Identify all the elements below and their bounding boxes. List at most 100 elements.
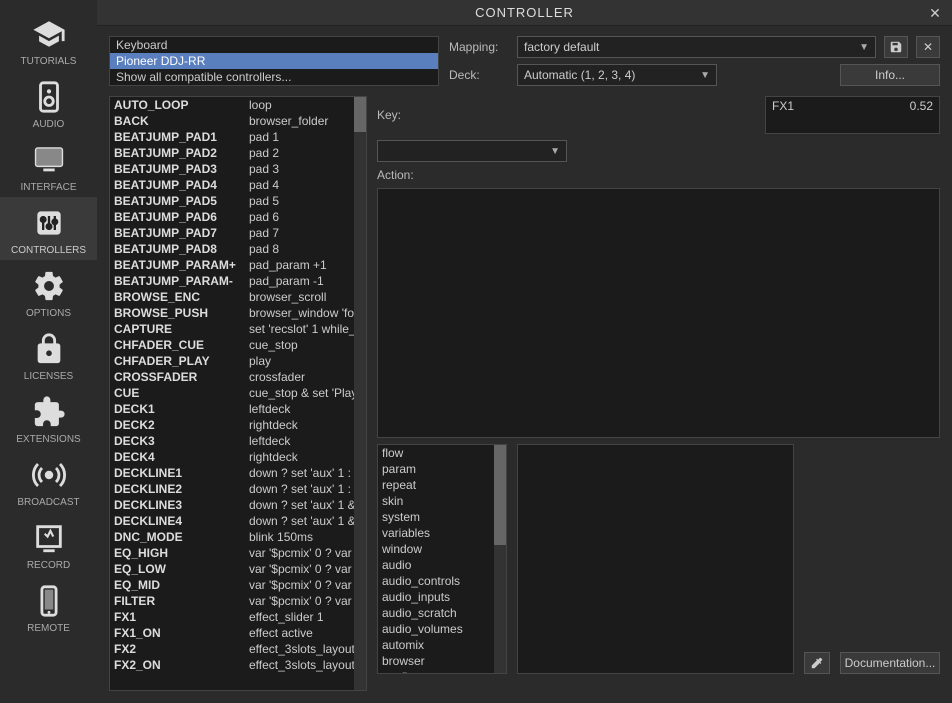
- verb-item[interactable]: automix: [378, 637, 506, 653]
- mapping-row[interactable]: BEATJUMP_PAD4pad 4: [110, 177, 366, 193]
- mapping-key: FX1_ON: [114, 625, 249, 641]
- mapping-row[interactable]: BEATJUMP_PARAM+pad_param +1: [110, 257, 366, 273]
- mapping-row[interactable]: CUEcue_stop & set 'PlayCl: [110, 385, 366, 401]
- controller-list[interactable]: KeyboardPioneer DDJ-RRShow all compatibl…: [109, 36, 439, 86]
- mapping-key: BEATJUMP_PAD5: [114, 193, 249, 209]
- verb-item[interactable]: browser: [378, 653, 506, 669]
- sidebar-item-broadcast[interactable]: BROADCAST: [0, 449, 97, 512]
- mapping-row[interactable]: BACKbrowser_folder: [110, 113, 366, 129]
- controller-item[interactable]: Show all compatible controllers...: [110, 69, 438, 85]
- mapping-row[interactable]: DECKLINE3down ? set 'aux' 1 & va: [110, 497, 366, 513]
- mapping-row[interactable]: EQ_MIDvar '$pcmix' 0 ? var 'au: [110, 577, 366, 593]
- mapping-row[interactable]: BEATJUMP_PAD6pad 6: [110, 209, 366, 225]
- mapping-row[interactable]: BEATJUMP_PARAM-pad_param -1: [110, 273, 366, 289]
- save-button[interactable]: [884, 36, 908, 58]
- sidebar-item-options[interactable]: OPTIONS: [0, 260, 97, 323]
- mapping-row[interactable]: CROSSFADERcrossfader: [110, 369, 366, 385]
- mapping-value: var '$pcmix' 0 ? var 'au: [249, 593, 362, 609]
- mapping-row[interactable]: BEATJUMP_PAD3pad 3: [110, 161, 366, 177]
- sidebar-item-interface[interactable]: INTERFACE: [0, 134, 97, 197]
- mapping-row[interactable]: CHFADER_PLAYplay: [110, 353, 366, 369]
- mapping-table[interactable]: AUTO_LOOPloopBACKbrowser_folderBEATJUMP_…: [109, 96, 367, 691]
- broadcast-icon: [29, 455, 69, 495]
- mapping-row[interactable]: EQ_HIGHvar '$pcmix' 0 ? var 'au: [110, 545, 366, 561]
- sidebar-item-record[interactable]: RECORD: [0, 512, 97, 575]
- mapping-row[interactable]: DNC_MODEblink 150ms: [110, 529, 366, 545]
- sidebar-item-tutorials[interactable]: TUTORIALS: [0, 8, 97, 71]
- mapping-row[interactable]: EQ_LOWvar '$pcmix' 0 ? var 'au: [110, 561, 366, 577]
- verb-item[interactable]: window: [378, 541, 506, 557]
- mapping-row[interactable]: BROWSE_PUSHbrowser_window 'folde: [110, 305, 366, 321]
- close-icon[interactable]: ✕: [926, 4, 944, 22]
- gear-icon: [29, 266, 69, 306]
- action-detail-box[interactable]: [517, 444, 794, 674]
- verb-item[interactable]: audio_controls: [378, 573, 506, 589]
- mapping-row[interactable]: DECK4rightdeck: [110, 449, 366, 465]
- mapping-select[interactable]: factory default ▼: [517, 36, 876, 58]
- mapping-value: cue_stop: [249, 337, 362, 353]
- eyedropper-button[interactable]: [804, 652, 830, 674]
- verb-item[interactable]: repeat: [378, 477, 506, 493]
- verb-item[interactable]: variables: [378, 525, 506, 541]
- verb-item[interactable]: config: [378, 669, 506, 674]
- mapping-key: AUTO_LOOP: [114, 97, 249, 113]
- delete-button[interactable]: ✕: [916, 36, 940, 58]
- mapping-row[interactable]: DECK3leftdeck: [110, 433, 366, 449]
- scrollbar[interactable]: [354, 97, 366, 690]
- mapping-row[interactable]: DECKLINE1down ? set 'aux' 1 : set: [110, 465, 366, 481]
- mapping-value: leftdeck: [249, 401, 362, 417]
- scrollbar-thumb[interactable]: [354, 97, 366, 132]
- sidebar-item-licenses[interactable]: LICENSES: [0, 323, 97, 386]
- verb-item[interactable]: audio: [378, 557, 506, 573]
- mapping-row[interactable]: DECK2rightdeck: [110, 417, 366, 433]
- mapping-row[interactable]: DECKLINE4down ? set 'aux' 1 & va: [110, 513, 366, 529]
- right-column: Key: FX1 0.52 ▼ Action: flowparamrepeats…: [377, 96, 940, 691]
- mapping-value: pad 4: [249, 177, 362, 193]
- scrollbar[interactable]: [494, 445, 506, 673]
- mapping-key: DECK1: [114, 401, 249, 417]
- verb-list[interactable]: flowparamrepeatskinsystemvariableswindow…: [377, 444, 507, 674]
- mapping-row[interactable]: BEATJUMP_PAD7pad 7: [110, 225, 366, 241]
- mapping-row[interactable]: BEATJUMP_PAD2pad 2: [110, 145, 366, 161]
- mapping-row[interactable]: BEATJUMP_PAD5pad 5: [110, 193, 366, 209]
- sidebar-item-controllers[interactable]: CONTROLLERS: [0, 197, 97, 260]
- documentation-button[interactable]: Documentation...: [840, 652, 940, 674]
- mapping-row[interactable]: DECK1leftdeck: [110, 401, 366, 417]
- controller-item[interactable]: Keyboard: [110, 37, 438, 53]
- mapping-row[interactable]: BROWSE_ENCbrowser_scroll: [110, 289, 366, 305]
- mapping-row[interactable]: FILTERvar '$pcmix' 0 ? var 'au: [110, 593, 366, 609]
- key-select[interactable]: ▼: [377, 140, 567, 162]
- sidebar-item-remote[interactable]: REMOTE: [0, 575, 97, 638]
- sliders-icon: [29, 203, 69, 243]
- mapping-row[interactable]: FX2effect_3slots_layout ?: [110, 641, 366, 657]
- mapping-row[interactable]: AUTO_LOOPloop: [110, 97, 366, 113]
- mapping-row[interactable]: CHFADER_CUEcue_stop: [110, 337, 366, 353]
- puzzle-icon: [29, 392, 69, 432]
- sidebar-item-audio[interactable]: AUDIO: [0, 71, 97, 134]
- mapping-key: CHFADER_PLAY: [114, 353, 249, 369]
- verb-item[interactable]: param: [378, 461, 506, 477]
- action-textarea[interactable]: [377, 188, 940, 438]
- mapping-row[interactable]: DECKLINE2down ? set 'aux' 1 : set: [110, 481, 366, 497]
- sidebar-item-extensions[interactable]: EXTENSIONS: [0, 386, 97, 449]
- controller-item[interactable]: Pioneer DDJ-RR: [110, 53, 438, 69]
- info-button[interactable]: Info...: [840, 64, 940, 86]
- mapping-value: pad 3: [249, 161, 362, 177]
- mapping-row[interactable]: BEATJUMP_PAD1pad 1: [110, 129, 366, 145]
- deck-select[interactable]: Automatic (1, 2, 3, 4) ▼: [517, 64, 717, 86]
- verb-item[interactable]: system: [378, 509, 506, 525]
- mapping-value: browser_window 'folde: [249, 305, 362, 321]
- verb-item[interactable]: audio_volumes: [378, 621, 506, 637]
- verb-item[interactable]: flow: [378, 445, 506, 461]
- scrollbar-thumb[interactable]: [494, 445, 506, 545]
- verb-item[interactable]: audio_scratch: [378, 605, 506, 621]
- mapping-row[interactable]: FX1effect_slider 1: [110, 609, 366, 625]
- mapping-row[interactable]: BEATJUMP_PAD8pad 8: [110, 241, 366, 257]
- verb-item[interactable]: skin: [378, 493, 506, 509]
- chevron-down-icon: ▼: [700, 70, 710, 81]
- verb-item[interactable]: audio_inputs: [378, 589, 506, 605]
- mapping-value: set 'recslot' 1 while_pr: [249, 321, 362, 337]
- mapping-row[interactable]: FX2_ONeffect_3slots_layout ?: [110, 657, 366, 673]
- mapping-row[interactable]: FX1_ONeffect active: [110, 625, 366, 641]
- mapping-row[interactable]: CAPTUREset 'recslot' 1 while_pr: [110, 321, 366, 337]
